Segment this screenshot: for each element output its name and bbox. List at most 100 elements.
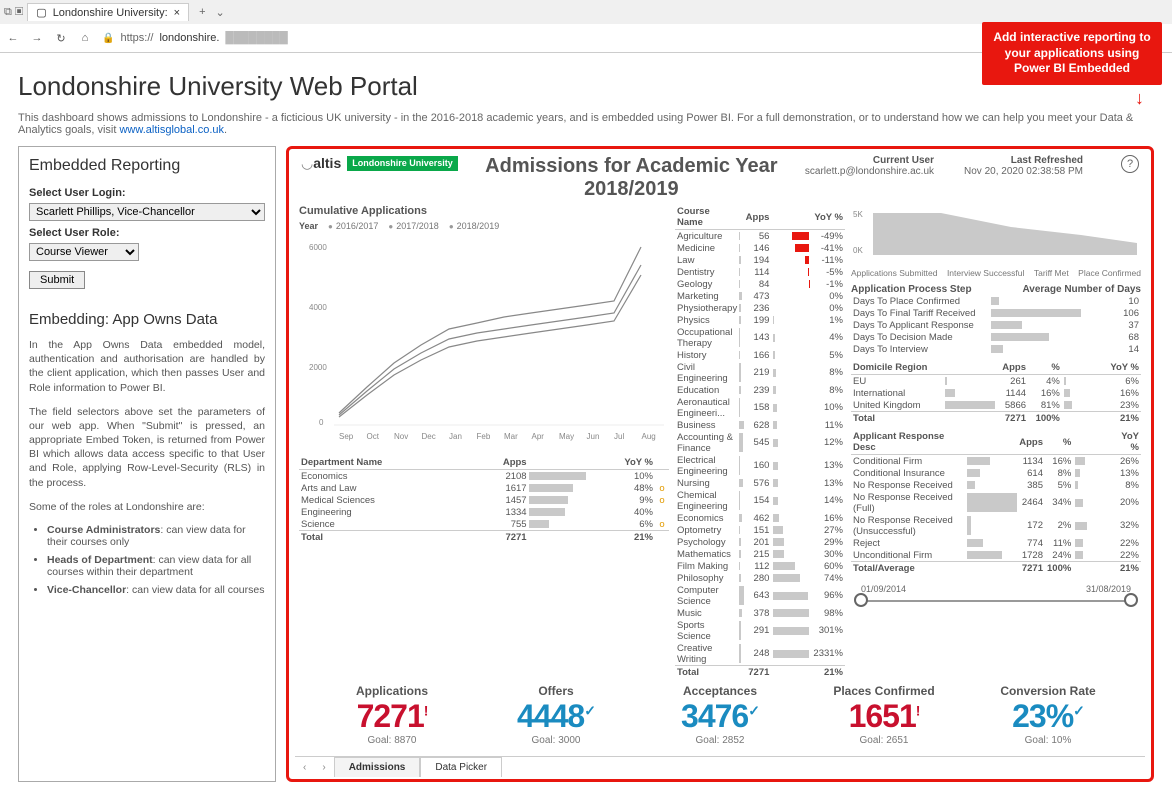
table-row[interactable]: Days To Final Tariff Received106 (851, 307, 1141, 319)
table-row[interactable]: Agriculture56-49% (675, 230, 845, 243)
courses-table[interactable]: Course Name Apps YoY % Agriculture56-49%… (675, 205, 845, 678)
table-row[interactable]: Medical Sciences14579%o (299, 494, 669, 506)
sheet-next-icon[interactable]: › (314, 758, 333, 777)
slider-thumb-start[interactable] (854, 593, 868, 607)
kpi-card[interactable]: Conversion Rate 23%✓ Goal: 10% (971, 684, 1125, 746)
table-row[interactable]: Creative Writing2482331% (675, 642, 845, 666)
table-row[interactable]: Economics210810% (299, 470, 669, 483)
intro-link[interactable]: www.altisglobal.co.uk (119, 124, 224, 136)
table-row[interactable]: Marketing4730% (675, 290, 845, 302)
kpi-card[interactable]: Acceptances 3476✓ Goal: 2852 (643, 684, 797, 746)
help-icon[interactable]: ? (1121, 155, 1139, 173)
role-item: Heads of Department: can view data for a… (47, 554, 265, 578)
table-row[interactable]: Conditional Insurance6148%13% (851, 467, 1141, 479)
table-row[interactable]: Civil Engineering2198% (675, 361, 845, 384)
table-row[interactable]: Geology84-1% (675, 278, 845, 290)
slider-thumb-end[interactable] (1124, 593, 1138, 607)
table-row[interactable]: Philosophy28074% (675, 572, 845, 584)
kpi-card[interactable]: Offers 4448✓ Goal: 3000 (479, 684, 633, 746)
table-row[interactable]: No Response Received (Unsuccessful)1722%… (851, 514, 1141, 537)
browser-tab[interactable]: ▢ Londonshire University: × (27, 3, 189, 21)
process-table[interactable]: Days To Place Confirmed10Days To Final T… (851, 295, 1141, 355)
response-card: Applicant Response Desc Apps % YoY % Con… (851, 430, 1141, 574)
table-row[interactable]: Physiotherapy2360% (675, 302, 845, 314)
table-row[interactable]: Medicine146-41% (675, 242, 845, 254)
svg-text:Nov: Nov (394, 432, 408, 441)
table-row[interactable]: Electrical Engineering16013% (675, 454, 845, 477)
table-row[interactable]: International114416%16% (851, 387, 1141, 399)
table-row-total: Total727121% (299, 531, 669, 544)
table-row[interactable]: Law194-11% (675, 254, 845, 266)
refresh-icon[interactable]: ↻ (54, 32, 68, 45)
table-row[interactable]: Reject77411%22% (851, 537, 1141, 549)
table-row[interactable]: History1665% (675, 349, 845, 361)
table-row[interactable]: Film Making11260% (675, 560, 845, 572)
table-row[interactable]: Arts and Law161748%o (299, 482, 669, 494)
forward-icon[interactable]: → (30, 32, 44, 44)
table-row[interactable]: Engineering133440% (299, 506, 669, 518)
table-row[interactable]: Economics46216% (675, 512, 845, 524)
table-row[interactable]: Science7556%o (299, 518, 669, 531)
departments-table[interactable]: Department Name Apps YoY % Economics2108… (299, 456, 669, 543)
table-row[interactable]: No Response Received3855%8% (851, 479, 1141, 491)
domicile-table[interactable]: Domicile Region Apps % YoY % EU2614%6%In… (851, 361, 1141, 424)
table-row[interactable]: Mathematics21530% (675, 548, 845, 560)
table-row[interactable]: Psychology20129% (675, 536, 845, 548)
table-row[interactable]: Business62811% (675, 419, 845, 431)
table-row[interactable]: Days To Decision Made68 (851, 331, 1141, 343)
close-icon[interactable]: × (174, 7, 180, 19)
back-icon[interactable]: ← (6, 32, 20, 44)
kpi-card[interactable]: Places Confirmed 1651! Goal: 2651 (807, 684, 961, 746)
page-title: Londonshire University Web Portal (18, 71, 1154, 102)
table-row[interactable]: No Response Received (Full)246434%20% (851, 491, 1141, 514)
svg-text:0: 0 (319, 418, 324, 427)
table-row-total: Total727121% (675, 666, 845, 679)
table-row[interactable]: Days To Applicant Response37 (851, 319, 1141, 331)
svg-text:Jan: Jan (449, 432, 462, 441)
new-tab-button[interactable]: + (193, 6, 211, 18)
table-row[interactable]: Optometry15127% (675, 524, 845, 536)
table-row[interactable]: EU2614%6% (851, 375, 1141, 388)
window-controls[interactable]: ⧉ ▣ (4, 6, 23, 19)
uni-logo: Londonshire University (347, 156, 458, 171)
login-select[interactable]: Scarlett Phillips, Vice-Chancellor (29, 203, 265, 221)
svg-text:Jun: Jun (587, 432, 600, 441)
date-slider[interactable]: 01/09/201431/08/2019 (851, 580, 1141, 608)
table-row[interactable]: Days To Place Confirmed10 (851, 295, 1141, 307)
logo-block: ◡altis Londonshire University (301, 155, 458, 172)
submit-button[interactable]: Submit (29, 271, 85, 289)
home-icon[interactable]: ⌂ (78, 32, 92, 44)
tab-overflow-icon[interactable]: ⌄ (216, 6, 225, 19)
cumulative-chart[interactable]: 6000 4000 2000 0 SepOctNovDecJanFebMarAp… (299, 235, 669, 445)
svg-text:Mar: Mar (504, 432, 518, 441)
tab-admissions[interactable]: Admissions (334, 757, 421, 777)
table-row[interactable]: United Kingdom586681%23% (851, 399, 1141, 412)
table-row[interactable]: Nursing57613% (675, 477, 845, 489)
tab-data-picker[interactable]: Data Picker (420, 757, 502, 777)
kpi-card[interactable]: Applications 7271! Goal: 8870 (315, 684, 469, 746)
table-row-total: Total/Average7271100%21% (851, 562, 1141, 575)
table-row[interactable]: Occupational Therapy1434% (675, 326, 845, 349)
table-row[interactable]: Days To Interview14 (851, 343, 1141, 355)
table-row[interactable]: Music37898% (675, 607, 845, 619)
role-select[interactable]: Course Viewer (29, 243, 139, 261)
sheet-prev-icon[interactable]: ‹ (295, 758, 314, 777)
table-row[interactable]: Sports Science291301% (675, 619, 845, 642)
sidebar: Embedded Reporting Select User Login: Sc… (18, 146, 276, 782)
table-row[interactable]: Conditional Firm113416%26% (851, 455, 1141, 468)
response-table[interactable]: Applicant Response Desc Apps % YoY % Con… (851, 430, 1141, 574)
table-row[interactable]: Dentistry114-5% (675, 266, 845, 278)
svg-text:4000: 4000 (309, 303, 327, 312)
table-row[interactable]: Education2398% (675, 384, 845, 396)
table-row[interactable]: Physics1991% (675, 314, 845, 326)
table-row[interactable]: Aeronautical Engineeri...15810% (675, 396, 845, 419)
svg-text:Feb: Feb (477, 432, 491, 441)
embedding-p2: The field selectors above set the parame… (29, 405, 265, 490)
tab-title: Londonshire University: (53, 7, 168, 19)
table-row[interactable]: Chemical Engineering15414% (675, 489, 845, 512)
funnel-card[interactable]: 5K 0K Applications SubmittedInterview Su… (851, 205, 1141, 278)
table-row[interactable]: Accounting & Finance54512% (675, 431, 845, 454)
table-row[interactable]: Unconditional Firm172824%22% (851, 549, 1141, 562)
table-row[interactable]: Computer Science64396% (675, 584, 845, 607)
role-item: Vice-Chancellor: can view data for all c… (47, 584, 265, 596)
